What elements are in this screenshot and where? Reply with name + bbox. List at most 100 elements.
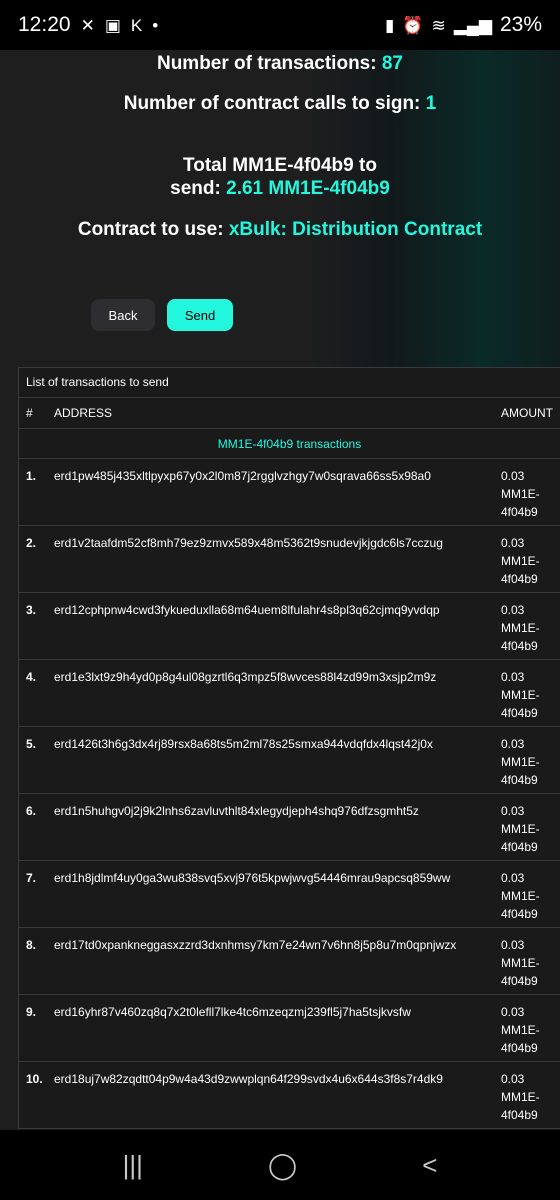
recents-icon[interactable]: ||| [123, 1150, 143, 1181]
row-address: erd12cphpnw4cwd3fykueduxlla68m64uem8lful… [54, 603, 440, 617]
x-icon: ✕ [80, 15, 95, 35]
row-num: 6. [26, 804, 37, 818]
amount-token: MM1E- [501, 554, 540, 568]
amount-value: 0.03 [501, 1072, 525, 1086]
row-num: 7. [26, 871, 37, 885]
row-num: 2. [26, 536, 37, 550]
row-num: 3. [26, 603, 37, 617]
back-icon[interactable]: < [422, 1150, 437, 1181]
contract-line: Contract to use: xBulk: Distribution Con… [18, 218, 542, 241]
transactions-table[interactable]: List of transactions to send # ADDRESS A… [18, 367, 560, 1130]
system-nav-bar: ||| ◯ < [0, 1130, 560, 1200]
row-address: erd1n5huhgv0j2j9k2lnhs6zavluvthlt84xlegy… [54, 804, 419, 818]
row-num: 4. [26, 670, 37, 684]
tx-count-value: 87 [381, 53, 403, 74]
header-amount: AMOUNT [501, 406, 553, 420]
dot-icon: • [152, 15, 159, 35]
table-row: 2. erd1v2taafdm52cf8mh79ez9zmvx589x48m53… [19, 526, 560, 593]
calls-count-value: 1 [425, 93, 437, 114]
table-row: 6. erd1n5huhgv0j2j9k2lnhs6zavluvthlt84xl… [19, 794, 560, 861]
amount-token-suffix: 4f04b9 [501, 840, 538, 854]
image-icon: ▣ [104, 15, 121, 35]
table-row: 9. erd16yhr87v460zq8q7x2t0lefll7lke4tc6m… [19, 995, 560, 1062]
row-amount: 0.03 MM1E- 4f04b9 [495, 936, 560, 990]
row-address: erd1pw485j435xltlpyxp67y0x2l0m87j2rgglvz… [54, 469, 431, 483]
status-bar: 12:20 ✕ ▣ K • ▮ ⏰ ≋ ▂▄▆ 23% [0, 0, 560, 50]
tx-count-line: Number of transactions: 87 [18, 52, 542, 75]
table-caption: List of transactions to send [19, 368, 560, 398]
row-address: erd18uj7w82zqdtt04p9w4a43d9zwwplqn64f299… [54, 1072, 443, 1086]
row-amount: 0.03 MM1E- 4f04b9 [495, 735, 560, 789]
total-send-value: 2.61 MM1E-4f04b9 [226, 178, 390, 199]
row-address: erd1e3lxt9z9h4yd0p8g4ul08gzrtl6q3mpz5f8w… [54, 670, 437, 684]
battery-saver-icon: ▮ [384, 15, 395, 35]
row-amount: 0.03 MM1E- 4f04b9 [495, 802, 560, 856]
amount-value: 0.03 [501, 536, 525, 550]
bulk-send-page: Number of transactions: 87 Number of con… [0, 50, 560, 1130]
alarm-icon: ⏰ [402, 15, 424, 35]
amount-token-suffix: 4f04b9 [501, 907, 538, 921]
row-num: 5. [26, 737, 37, 751]
row-num: 1. [26, 469, 37, 483]
row-amount: 0.03 MM1E- 4f04b9 [495, 1070, 560, 1124]
amount-token: MM1E- [501, 621, 540, 635]
amount-token-suffix: 4f04b9 [501, 1108, 538, 1122]
amount-value: 0.03 [501, 670, 525, 684]
kraken-icon: K [130, 15, 143, 35]
amount-value: 0.03 [501, 804, 525, 818]
row-amount: 0.03 MM1E- 4f04b9 [495, 534, 560, 588]
row-address: erd1426t3h6g3dx4rj89rsx8a68ts5m2ml78s25s… [54, 737, 433, 751]
table-row: 1. erd1pw485j435xltlpyxp67y0x2l0m87j2rgg… [19, 459, 560, 526]
amount-value: 0.03 [501, 603, 525, 617]
row-address: erd1v2taafdm52cf8mh79ez9zmvx589x48m5362t… [54, 536, 443, 550]
wifi-icon: ≋ [431, 15, 446, 35]
calls-count-line: Number of contract calls to sign: 1 [18, 92, 542, 115]
table-row: 8. erd17td0xpankneggasxzzrd3dxnhmsy7km7e… [19, 928, 560, 995]
row-address: erd1h8jdlmf4uy0ga3wu838svq5xvj976t5kpwjw… [54, 871, 451, 885]
row-address: erd16yhr87v460zq8q7x2t0lefll7lke4tc6mzeq… [54, 1005, 411, 1019]
amount-value: 0.03 [501, 938, 525, 952]
tx-count-label: Number of transactions: [156, 53, 377, 74]
amount-token: MM1E- [501, 688, 540, 702]
row-num: 8. [26, 938, 37, 952]
row-amount: 0.03 MM1E- 4f04b9 [495, 601, 560, 655]
clock: 12:20 [18, 13, 71, 36]
row-amount: 0.03 MM1E- 4f04b9 [495, 1003, 560, 1057]
row-amount: 0.03 MM1E- 4f04b9 [495, 467, 560, 521]
contract-label: Contract to use: [77, 219, 224, 240]
table-row: 5. erd1426t3h6g3dx4rj89rsx8a68ts5m2ml78s… [19, 727, 560, 794]
calls-count-label: Number of contract calls to sign: [123, 93, 421, 114]
table-row: 7. erd1h8jdlmf4uy0ga3wu838svq5xvj976t5kp… [19, 861, 560, 928]
back-button[interactable]: Back [91, 299, 155, 331]
battery-percent: 23% [499, 13, 542, 36]
amount-token: MM1E- [501, 956, 540, 970]
amount-token-suffix: 4f04b9 [501, 1041, 538, 1055]
home-icon[interactable]: ◯ [268, 1150, 297, 1181]
table-row: 3. erd12cphpnw4cwd3fykueduxlla68m64uem8l… [19, 593, 560, 660]
amount-value: 0.03 [501, 469, 525, 483]
amount-value: 0.03 [501, 737, 525, 751]
table-row: 10. erd18uj7w82zqdtt04p9w4a43d9zwwplqn64… [19, 1062, 560, 1129]
signal-icon: ▂▄▆ [453, 15, 492, 35]
amount-token: MM1E- [501, 889, 540, 903]
row-amount: 0.03 MM1E- 4f04b9 [495, 869, 560, 923]
contract-value: xBulk: Distribution Contract [228, 219, 483, 240]
amount-token-suffix: 4f04b9 [501, 505, 538, 519]
amount-token-suffix: 4f04b9 [501, 974, 538, 988]
row-num: 10. [26, 1072, 43, 1086]
row-address: erd17td0xpankneggasxzzrd3dxnhmsy7km7e24w… [54, 938, 457, 952]
amount-token: MM1E- [501, 755, 540, 769]
total-send-line: Total MM1E-4f04b9 to send: 2.61 MM1E-4f0… [18, 154, 542, 200]
amount-token-suffix: 4f04b9 [501, 639, 538, 653]
table-header: # ADDRESS AMOUNT [19, 398, 560, 429]
send-button[interactable]: Send [167, 299, 233, 331]
amount-token: MM1E- [501, 487, 540, 501]
header-address: ADDRESS [54, 406, 113, 420]
amount-token-suffix: 4f04b9 [501, 572, 538, 586]
amount-token: MM1E- [501, 1090, 540, 1104]
table-row: 4. erd1e3lxt9z9h4yd0p8g4ul08gzrtl6q3mpz5… [19, 660, 560, 727]
amount-token: MM1E- [501, 822, 540, 836]
row-amount: 0.03 MM1E- 4f04b9 [495, 668, 560, 722]
amount-token: MM1E- [501, 1023, 540, 1037]
amount-token-suffix: 4f04b9 [501, 773, 538, 787]
